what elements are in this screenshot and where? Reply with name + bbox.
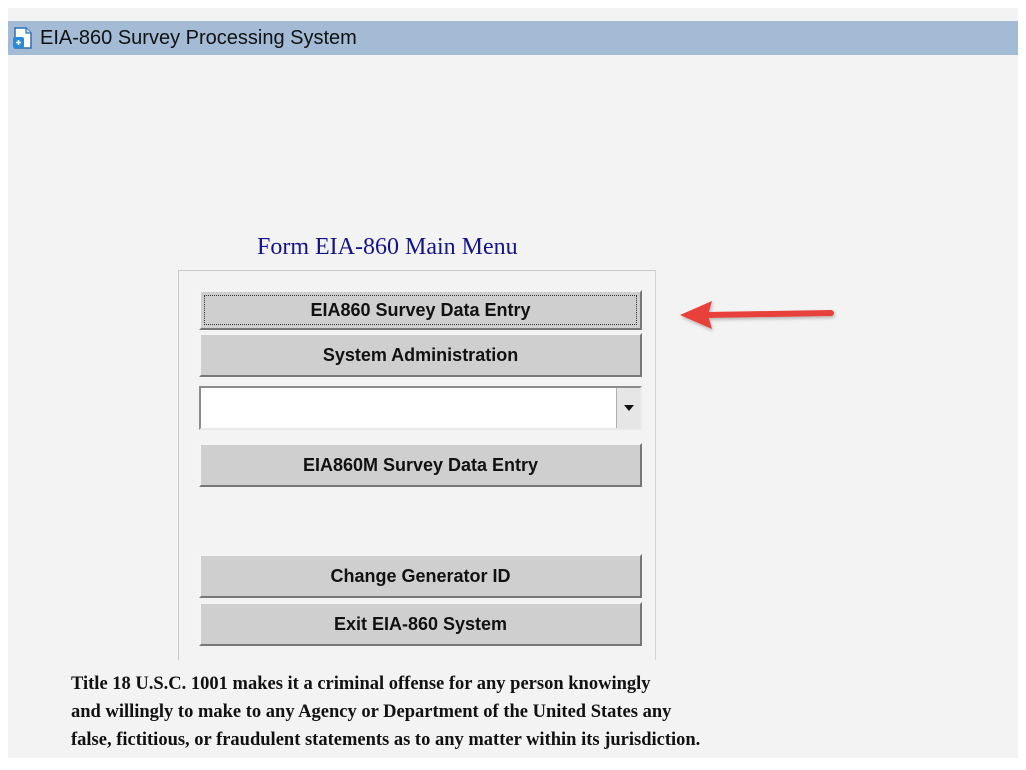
menu-dropdown[interactable]: [199, 386, 642, 430]
system-administration-button[interactable]: System Administration: [199, 333, 642, 377]
eia860m-survey-data-entry-button[interactable]: EIA860M Survey Data Entry: [199, 443, 642, 487]
change-generator-id-button[interactable]: Change Generator ID: [199, 554, 642, 598]
chevron-down-icon[interactable]: [616, 388, 640, 428]
title-bar[interactable]: EIA-860 Survey Processing System: [8, 21, 1018, 55]
application-icon: [12, 27, 34, 49]
main-menu-title: Form EIA-860 Main Menu: [257, 234, 518, 260]
annotation-arrow-icon: [676, 295, 841, 335]
legal-notice-line: false, fictitious, or fraudulent stateme…: [71, 730, 701, 750]
legal-notice-line: Title 18 U.S.C. 1001 makes it a criminal…: [71, 674, 651, 694]
application-window: EIA-860 Survey Processing System Form EI…: [8, 8, 1018, 758]
exit-eia860-system-button[interactable]: Exit EIA-860 System: [199, 602, 642, 646]
eia860-survey-data-entry-button[interactable]: EIA860 Survey Data Entry: [199, 290, 642, 330]
legal-notice-line: and willingly to make to any Agency or D…: [71, 702, 672, 722]
window-title: EIA-860 Survey Processing System: [40, 26, 357, 49]
legal-notice: Title 18 U.S.C. 1001 makes it a criminal…: [71, 670, 871, 754]
